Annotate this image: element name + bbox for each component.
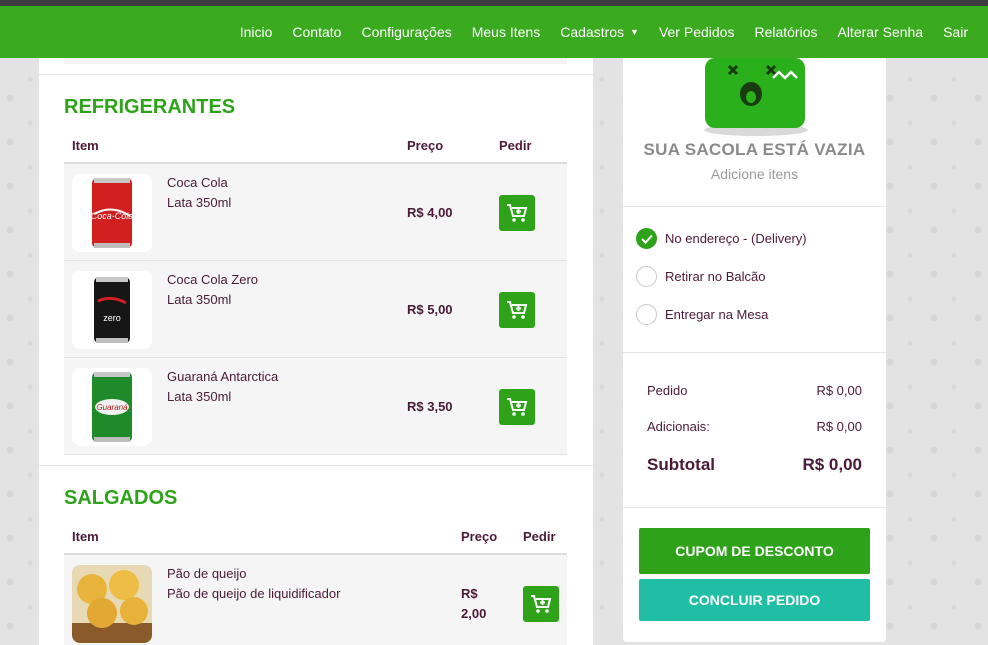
svg-text:Guaraná: Guaraná [96,403,128,412]
subtotal-value: R$ 0,00 [802,455,862,474]
delivery-option-balcao[interactable]: Retirar no Balcão [636,266,765,287]
product-price: R$ 5,00 [407,302,453,317]
menu-panel: REFRIGERANTES Item Preço Pedir Coca-Cola… [39,58,593,645]
table-row: Guaraná Guaraná Antarctica Lata 350ml R$… [64,358,567,455]
cart-plus-icon [507,204,528,222]
cart-plus-icon [507,398,528,416]
product-description: Lata 350ml [167,292,232,307]
summary-pedido-value: R$ 0,00 [816,383,862,398]
radio-unchecked[interactable] [636,304,657,325]
subtotal-label: Subtotal [647,455,715,474]
bag-divider [623,507,886,508]
add-to-cart-button[interactable] [523,586,559,622]
nav-relatorios[interactable]: Relatórios [744,24,827,40]
nav-sair[interactable]: Sair [933,24,978,40]
table-row: zero Coca Cola Zero Lata 350ml R$ 5,00 [64,261,567,358]
nav-alterar-senha[interactable]: Alterar Senha [827,24,933,40]
nav-ver-pedidos[interactable]: Ver Pedidos [649,24,745,40]
section-title-salgados: SALGADOS [64,487,178,509]
check-icon [640,234,653,244]
cart-plus-icon [531,595,552,613]
header-order: Pedir [523,529,556,544]
radio-checked[interactable] [636,228,657,249]
svg-text:Coca-Cola: Coca-Cola [91,211,134,221]
table-header: Item Preço Pedir [64,521,567,555]
nav-cadastros-label: Cadastros [560,24,625,40]
summary-adicionais-value: R$ 0,00 [816,419,862,434]
add-to-cart-button[interactable] [499,389,535,425]
header-price: Preço [407,138,444,153]
product-price-value: 2,00 [461,606,487,621]
product-image-coca-cola-zero: zero [72,271,152,349]
previous-row-edge [64,58,567,64]
delivery-option-mesa[interactable]: Entregar na Mesa [636,304,768,325]
finish-order-button[interactable]: CONCLUIR PEDIDO [639,579,870,621]
empty-bag-icon [704,58,808,136]
table-row: Coca-Cola Coca Cola Lata 350ml R$ 4,00 [64,164,567,261]
bag-empty-subtitle: Adicione itens [710,166,799,182]
product-name: Pão de queijo [167,566,247,581]
product-name: Coca Cola [167,175,228,190]
bag-empty-title: SUA SACOLA ESTÁ VAZIA [643,140,866,159]
nav-cadastros[interactable]: Cadastros ▼ [550,24,649,40]
product-description: Pão de queijo de liquidificador [167,586,341,601]
delivery-option-label: Entregar na Mesa [665,307,769,322]
add-to-cart-button[interactable] [499,195,535,231]
delivery-option-label: No endereço - (Delivery) [665,231,807,246]
section-divider [39,465,593,466]
product-image-guarana-antarctica: Guaraná [72,368,152,446]
section-divider [39,74,593,75]
section-title-refrigerantes: REFRIGERANTES [64,96,236,118]
product-price-currency: R$ [461,586,478,601]
product-price: R$ 3,50 [407,399,453,414]
header-price: Preço [461,529,498,544]
table-row: Pão de queijo Pão de queijo de liquidifi… [64,555,567,645]
product-price: R$ 4,00 [407,205,453,220]
product-image-coca-cola: Coca-Cola [72,174,152,252]
header-order: Pedir [499,138,532,153]
header-item: Item [72,138,99,153]
nav-meus-itens[interactable]: Meus Itens [462,24,550,40]
delivery-option-label: Retirar no Balcão [665,269,766,284]
product-image-pao-de-queijo [72,565,152,643]
chevron-down-icon: ▼ [630,27,639,37]
product-name: Guaraná Antarctica [167,369,279,384]
svg-text:zero: zero [103,313,121,323]
bag-divider [623,352,886,353]
bag-panel: SUA SACOLA ESTÁ VAZIA Adicione itens No … [623,58,886,642]
product-description: Lata 350ml [167,195,232,210]
radio-unchecked[interactable] [636,266,657,287]
main-navbar: Inicio Contato Configurações Meus Itens … [0,6,988,58]
product-description: Lata 350ml [167,389,232,404]
product-name: Coca Cola Zero [167,272,259,287]
delivery-option-delivery[interactable]: No endereço - (Delivery) [636,228,807,249]
nav-configuracoes[interactable]: Configurações [351,24,461,40]
nav-contato[interactable]: Contato [282,24,351,40]
header-item: Item [72,529,99,544]
summary-pedido-label: Pedido [647,383,688,398]
bag-divider [623,206,886,207]
cart-plus-icon [507,301,528,319]
summary-adicionais-label: Adicionais: [647,419,710,434]
coupon-button[interactable]: CUPOM DE DESCONTO [639,528,870,574]
nav-inicio[interactable]: Inicio [230,24,283,40]
add-to-cart-button[interactable] [499,292,535,328]
table-header: Item Preço Pedir [64,130,567,164]
